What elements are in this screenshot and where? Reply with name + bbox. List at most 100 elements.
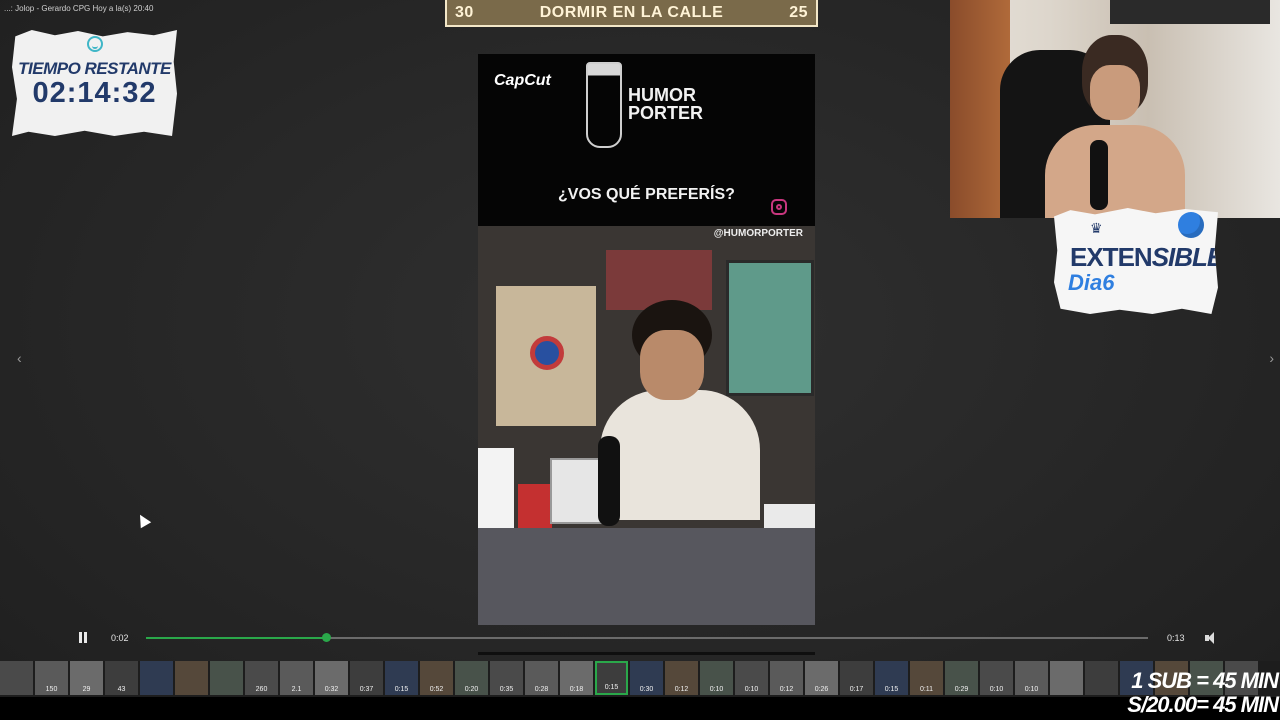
thumbnail-duration: 0:11 [919,686,934,693]
thumbnail-item[interactable]: 0:26 [805,661,838,695]
desk-label-card [764,504,815,528]
thumbnail-item[interactable] [1050,661,1083,695]
show-title: HUMOR PORTER [628,86,703,122]
thumbnail-item[interactable]: 0:12 [770,661,803,695]
beer-glass-icon [586,62,622,148]
volume-icon[interactable] [1205,632,1217,644]
capcut-logo: CapCut [494,72,551,89]
thumbnail-item[interactable] [210,661,243,695]
thumbnail-duration: 0:35 [499,686,514,693]
thumbnail-item[interactable]: 0:10 [980,661,1013,695]
video-person-face [640,330,704,400]
crown-icon: ♛ [1090,220,1103,236]
thumbnail-duration: 0:10 [744,686,759,693]
thumbnail-duration: 29 [82,686,91,693]
thumbnail-duration: 0:20 [464,686,479,693]
smiley-icon [86,36,103,52]
thumbnail-item[interactable]: 0:11 [910,661,943,695]
time-current: 0:02 [111,633,129,643]
funko-box [550,458,602,524]
thumbnail-item[interactable]: 0:10 [1015,661,1048,695]
seek-bar[interactable] [146,633,1148,642]
scoreboard-title: DORMIR EN LA CALLE [539,3,724,21]
streamer-body [1045,125,1185,218]
captain-america-poster [496,286,596,426]
streamer [1040,35,1190,218]
extensible-part-2: SIBLE [1151,242,1224,272]
thumbnail-duration: 0:28 [534,686,549,693]
extensible-badge: ♛ EXTENSIBLE Dia6 [1054,208,1218,314]
microphone-icon [1090,140,1108,210]
thumbnail-item[interactable] [0,661,33,695]
thumbnail-item[interactable]: 260 [245,661,278,695]
promo-sub: 1 SUB = 45 MIN [1131,668,1279,693]
thumbnail-item[interactable]: 0:10 [700,661,733,695]
seek-progress [146,637,327,639]
pause-icon[interactable] [78,632,88,643]
thumbnail-duration: 0:52 [429,686,444,693]
video-player[interactable]: CapCut HUMOR PORTER ¿VOS QUÉ PREFERÍS? @… [478,54,815,625]
timer-label: TIEMPO RESTANTE [18,59,171,78]
thumbnail-item[interactable] [175,661,208,695]
thumbnail-duration: 0:30 [639,686,654,693]
thumbnail-duration: 260 [255,686,268,693]
thumbnail-item[interactable]: 0:15 [875,661,908,695]
thumbnail-item[interactable]: 0:32 [315,661,348,695]
thumbnail-duration: 0:37 [359,686,374,693]
previous-arrow-icon[interactable]: ‹ [17,350,22,366]
thumbnail-item[interactable]: 29 [70,661,103,695]
video-header: CapCut HUMOR PORTER ¿VOS QUÉ PREFERÍS? [478,54,815,226]
show-title-line-1: HUMOR [628,85,696,105]
white-box [478,448,514,528]
thumbnail-item[interactable]: 0:20 [455,661,488,695]
instagram-icon [771,199,787,215]
thumbnail-item[interactable]: 0:15 [595,661,628,695]
thumbnail-duration: 150 [45,686,58,693]
thumbnail-duration: 0:26 [814,686,829,693]
score-left: 30 [455,3,474,21]
thumbnail-item[interactable]: 0:15 [385,661,418,695]
scoreboard-bar: 30 DORMIR EN LA CALLE 25 [445,0,818,27]
show-title-line-2: PORTER [628,103,704,123]
video-handle: @HUMORPORTER [713,228,803,239]
next-arrow-icon[interactable]: › [1269,350,1274,366]
pin-icon [1178,212,1204,238]
time-total: 0:13 [1167,633,1185,643]
thumbnail-item[interactable]: 0:52 [420,661,453,695]
thumbnail-item[interactable]: 150 [35,661,68,695]
thumbnail-item[interactable]: 43 [105,661,138,695]
video-question: ¿VOS QUÉ PREFERÍS? [558,186,735,203]
thumbnail-item[interactable]: 2.1 [280,661,313,695]
thumbnail-strip: 150 29 43 260 2.1 0:32 0:37 0:15 0:52 0:20 0:35 0:2… [0,661,1280,697]
thumbnail-item[interactable]: 0:29 [945,661,978,695]
thumbnail-item[interactable]: 0:28 [525,661,558,695]
thumbnail-duration: 0:29 [954,686,969,693]
countdown-card: TIEMPO RESTANTE 02:14:32 [12,30,177,136]
thumbnail-duration: 0:10 [989,686,1004,693]
thumbnail-duration: 0:17 [849,686,864,693]
red-object [518,484,552,528]
thumbnail-item[interactable]: 0:18 [560,661,593,695]
window-title: ...: Jolop - Gerardo CPG Hoy a la(s) 20:… [4,4,154,13]
video-person-shirt [600,390,760,520]
thumbnail-item[interactable] [1085,661,1118,695]
thumbnail-item[interactable]: 0:37 [350,661,383,695]
thumbnail-item[interactable] [140,661,173,695]
desk [478,528,815,625]
thumbnail-duration: 0:12 [674,686,689,693]
thumbnail-item[interactable]: 0:17 [840,661,873,695]
thumbnail-item[interactable]: 0:12 [665,661,698,695]
video-bottom-bar [478,652,815,655]
thumbnail-duration: 0:12 [779,686,794,693]
thumbnail-item[interactable]: 0:35 [490,661,523,695]
thumbnail-item[interactable]: 0:30 [630,661,663,695]
extensible-title: EXTENSIBLE [1070,242,1224,273]
streamer-face [1090,65,1140,120]
video-scene: @HUMORPORTER [478,226,815,625]
score-right: 25 [789,3,808,21]
thumbnail-duration: 0:10 [709,686,724,693]
thumbnail-duration: 2.1 [291,686,302,693]
thumbnail-item[interactable]: 0:10 [735,661,768,695]
thumbnail-duration: 0:15 [604,684,619,691]
thumbnail-duration: 0:10 [1024,686,1039,693]
